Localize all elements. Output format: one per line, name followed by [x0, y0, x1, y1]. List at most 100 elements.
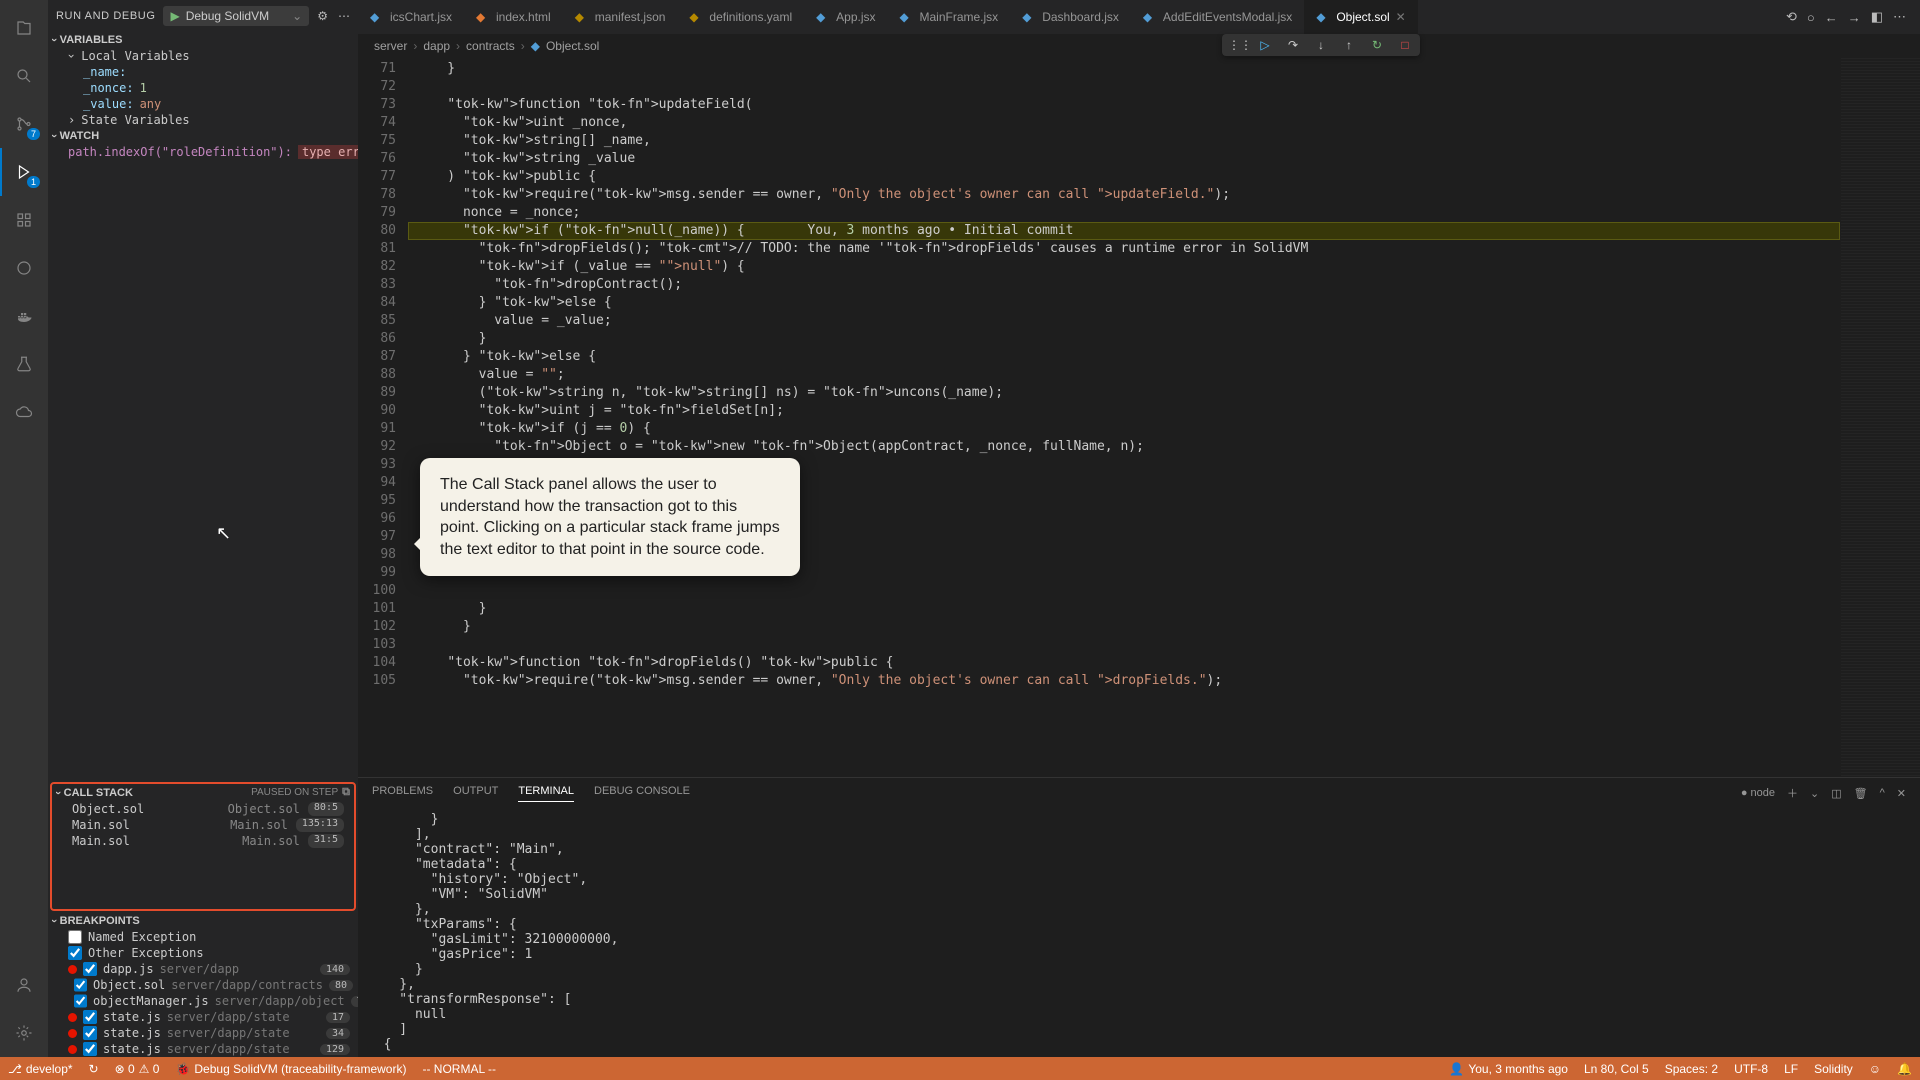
stop-button[interactable]: □ [1396, 38, 1414, 52]
breakpoint-row[interactable]: state.js server/dapp/state34 [48, 1025, 358, 1041]
diff-icon[interactable]: ⟲ [1786, 9, 1797, 25]
play-icon: ▶ [170, 9, 179, 23]
editor-tab[interactable]: ◆MainFrame.jsx [888, 0, 1011, 34]
terminal-shell[interactable]: ● node [1741, 787, 1775, 799]
language-status[interactable]: Solidity [1806, 1062, 1861, 1076]
run-debug-icon[interactable]: 1 [0, 148, 48, 196]
callstack-status: PAUSED ON STEP [251, 787, 338, 798]
compare-icon[interactable]: ○ [1807, 10, 1815, 25]
panel-tabs: PROBLEMS OUTPUT TERMINAL DEBUG CONSOLE ●… [358, 778, 1920, 808]
continue-button[interactable]: ▷ [1256, 38, 1274, 52]
breakpoints-header[interactable]: ›BREAKPOINTS [48, 913, 358, 929]
editor-tab[interactable]: ◆App.jsx [804, 0, 887, 34]
blame-status[interactable]: 👤 You, 3 months ago [1441, 1062, 1576, 1076]
split-terminal-icon[interactable]: ◫ [1831, 787, 1841, 800]
eol-status[interactable]: LF [1776, 1062, 1806, 1076]
scm-icon[interactable]: 7 [0, 100, 48, 148]
editor-tabs: ◆icsChart.jsx◆index.html◆manifest.json◆d… [358, 0, 1920, 34]
step-out-button[interactable]: ↑ [1340, 38, 1358, 52]
gear-icon[interactable]: ⚙ [317, 9, 328, 23]
close-panel-icon[interactable]: ✕ [1897, 787, 1906, 800]
encoding-status[interactable]: UTF-8 [1726, 1062, 1776, 1076]
vim-mode: -- NORMAL -- [414, 1062, 504, 1076]
step-into-button[interactable]: ↓ [1312, 38, 1330, 52]
breakpoint-row[interactable]: Object.sol server/dapp/contracts80 [48, 977, 358, 993]
breakpoint-row[interactable]: dapp.js server/dapp140 [48, 961, 358, 977]
debug-side-panel: RUN AND DEBUG ▶ Debug SolidVM ⌄ ⚙ ⋯ ›VAR… [48, 0, 358, 1057]
editor-tab[interactable]: ◆manifest.json [563, 0, 678, 34]
code-editor[interactable]: 7172737475767778798081828384858687888990… [358, 58, 1920, 777]
terminal-output[interactable]: } ], "contract": "Main", "metadata": { "… [358, 808, 1920, 1057]
variable-row[interactable]: _nonce: 1 [48, 80, 358, 96]
kill-terminal-icon[interactable]: 🗑 [1854, 787, 1868, 800]
drag-handle-icon[interactable]: ⋮⋮ [1228, 38, 1246, 52]
breakpoint-row[interactable]: state.js server/dapp/state17 [48, 1009, 358, 1025]
search-icon[interactable] [0, 52, 48, 100]
breakpoint-exception-toggle[interactable]: Other Exceptions [48, 945, 358, 961]
editor-tab[interactable]: ◆icsChart.jsx [358, 0, 464, 34]
callstack-extra-icon[interactable]: ⧉ [342, 786, 350, 799]
editor-tab[interactable]: ◆Object.sol ✕ [1304, 0, 1417, 34]
breakpoint-exception-toggle[interactable]: Named Exception [48, 929, 358, 945]
breakpoint-row[interactable]: state.js server/dapp/state129 [48, 1041, 358, 1057]
activity-bar: 7 1 [0, 0, 48, 1057]
breadcrumb[interactable]: server› dapp› contracts› ◆Object.sol ⋮⋮ … [358, 34, 1920, 58]
bottom-panel: PROBLEMS OUTPUT TERMINAL DEBUG CONSOLE ●… [358, 777, 1920, 1057]
editor-tab[interactable]: ◆definitions.yaml [677, 0, 804, 34]
explorer-icon[interactable] [0, 4, 48, 52]
docker-icon[interactable] [0, 292, 48, 340]
settings-gear-icon[interactable] [0, 1009, 48, 1057]
tab-debug-console[interactable]: DEBUG CONSOLE [594, 785, 690, 801]
cursor-position[interactable]: Ln 80, Col 5 [1576, 1062, 1657, 1076]
split-editor-icon[interactable]: ◧ [1871, 9, 1883, 25]
breakpoint-row[interactable]: objectManager.js server/dapp/object703 [48, 993, 358, 1009]
terminal-dropdown-icon[interactable]: ⌄ [1810, 787, 1819, 800]
account-icon[interactable] [0, 961, 48, 1009]
debug-config-select[interactable]: ▶ Debug SolidVM ⌄ [163, 6, 309, 26]
remote-icon[interactable] [0, 244, 48, 292]
watch-header[interactable]: ›WATCH [48, 128, 358, 144]
nav-prev-icon[interactable]: ← [1825, 10, 1838, 25]
more-icon[interactable]: ⋯ [338, 9, 350, 23]
tab-output[interactable]: OUTPUT [453, 785, 498, 801]
watch-row[interactable]: path.indexOf("roleDefinition"): type err… [48, 144, 358, 160]
variables-header[interactable]: ›VARIABLES [48, 32, 358, 48]
stack-frame[interactable]: Main.solMain.sol135:13 [52, 817, 354, 833]
cloud-icon[interactable] [0, 388, 48, 436]
chevron-down-icon: › [48, 38, 60, 42]
maximize-panel-icon[interactable]: ^ [1880, 787, 1885, 799]
variable-group[interactable]: › State Variables [48, 112, 358, 128]
branch-button[interactable]: ⎇ develop* [0, 1062, 81, 1076]
restart-button[interactable]: ↻ [1368, 38, 1386, 52]
step-over-button[interactable]: ↷ [1284, 38, 1302, 52]
editor-tab[interactable]: ◆AddEditEventsModal.jsx [1131, 0, 1304, 34]
stack-frame[interactable]: Object.solObject.sol80:5 [52, 801, 354, 817]
tab-problems[interactable]: PROBLEMS [372, 785, 433, 801]
minimap[interactable] [1840, 58, 1920, 777]
editor-tab[interactable]: ◆index.html [464, 0, 563, 34]
nav-next-icon[interactable]: → [1848, 10, 1861, 25]
close-icon[interactable]: ✕ [1396, 10, 1406, 24]
problems-status[interactable]: ⊗ 0 ⚠ 0 [107, 1062, 168, 1076]
variable-group[interactable]: › Local Variables [48, 48, 358, 64]
more-icon[interactable]: ⋯ [1893, 9, 1906, 25]
debug-status[interactable]: 🐞 Debug SolidVM (traceability-framework) [167, 1062, 414, 1076]
watch-section: ›WATCH path.indexOf("roleDefinition"): t… [48, 128, 358, 780]
beaker-icon[interactable] [0, 340, 48, 388]
indent-status[interactable]: Spaces: 2 [1657, 1062, 1726, 1076]
new-terminal-icon[interactable]: ＋ [1787, 785, 1798, 801]
sync-button[interactable]: ↻ [81, 1062, 107, 1076]
variables-section: ›VARIABLES › Local Variables_name: _nonc… [48, 32, 358, 128]
notifications-icon[interactable]: 🔔 [1889, 1062, 1920, 1076]
callstack-header[interactable]: › CALL STACK PAUSED ON STEP ⧉ [52, 784, 354, 801]
variable-row[interactable]: _value: any [48, 96, 358, 112]
variable-row[interactable]: _name: [48, 64, 358, 80]
tab-terminal[interactable]: TERMINAL [518, 785, 574, 802]
chevron-down-icon: › [48, 134, 60, 138]
chevron-down-icon: › [48, 919, 60, 923]
debug-top-bar: RUN AND DEBUG ▶ Debug SolidVM ⌄ ⚙ ⋯ [48, 0, 358, 32]
stack-frame[interactable]: Main.solMain.sol31:5 [52, 833, 354, 849]
editor-tab[interactable]: ◆Dashboard.jsx [1010, 0, 1131, 34]
extensions-icon[interactable] [0, 196, 48, 244]
feedback-icon[interactable]: ☺ [1861, 1062, 1889, 1076]
